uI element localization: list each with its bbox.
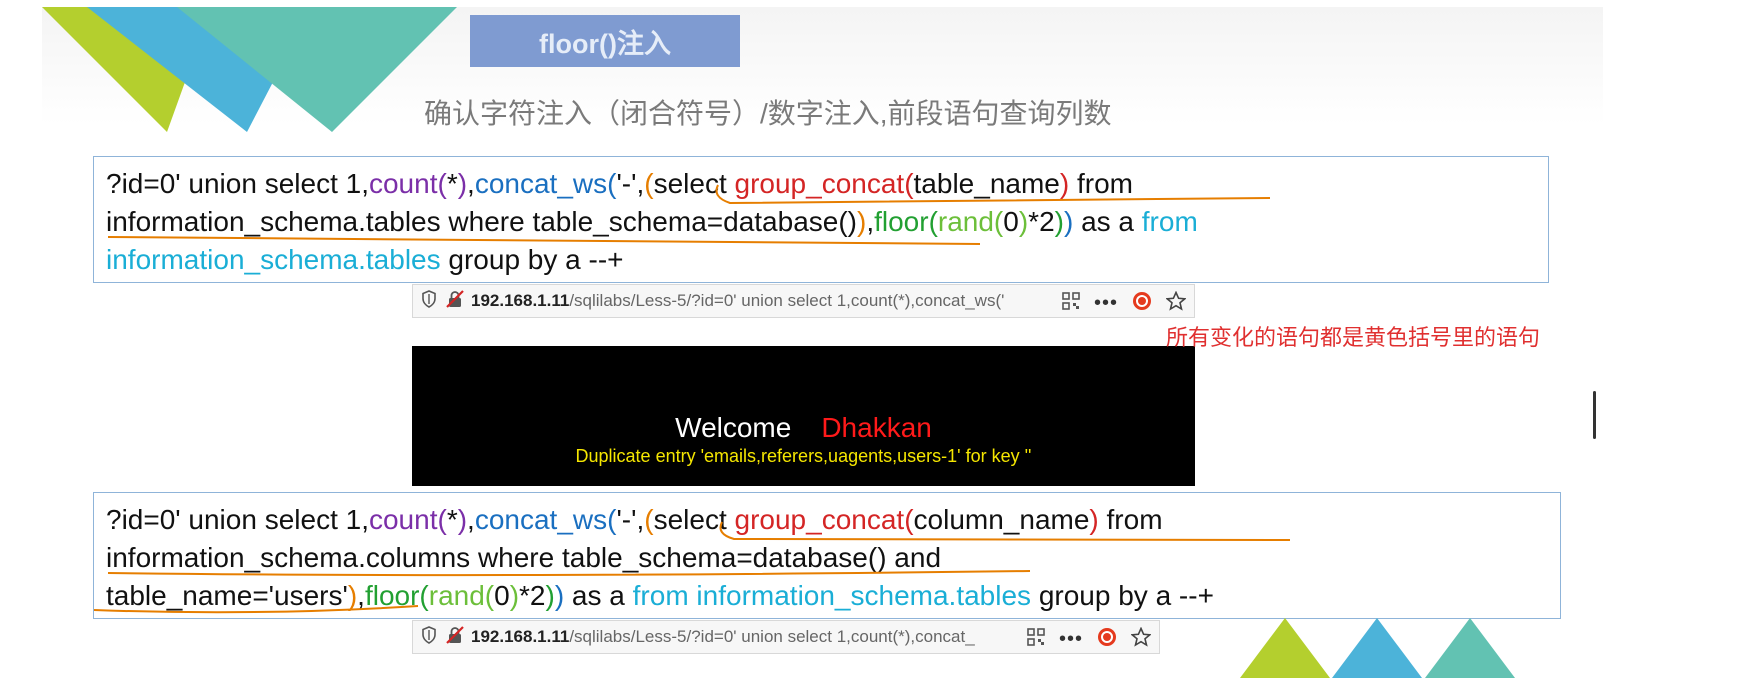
code-box-tables: ?id=0' union select 1,count(*),concat_ws… xyxy=(93,156,1549,283)
slide-subtitle: 确认字符注入（闭合符号）/数字注入,前段语句查询列数 xyxy=(424,98,1112,129)
insecure-lock-icon[interactable] xyxy=(445,625,465,650)
browser-address-bar-2: 192.168.1.11/sqlilabs/Less-5/?id=0' unio… xyxy=(412,620,1160,654)
ublock-icon[interactable] xyxy=(1097,627,1117,652)
error-message: Duplicate entry 'emails,referers,uagents… xyxy=(575,446,1032,466)
code-line: information_schema.tables where table_sc… xyxy=(106,206,1198,237)
slide-title: floor()注入 xyxy=(470,15,740,67)
star-icon[interactable] xyxy=(1130,626,1152,652)
code-line: ?id=0' union select 1,count(*),concat_ws… xyxy=(106,168,1133,199)
green-triangle xyxy=(1240,618,1330,678)
code-line: ?id=0' union select 1,count(*),concat_ws… xyxy=(106,504,1163,535)
url-text[interactable]: 192.168.1.11/sqlilabs/Less-5/?id=0' unio… xyxy=(471,627,975,647)
insecure-lock-icon[interactable] xyxy=(445,289,465,314)
code-box-columns: ?id=0' union select 1,count(*),concat_ws… xyxy=(93,492,1561,619)
ublock-icon[interactable] xyxy=(1132,291,1152,316)
query-result-panel: Welcome Dhakkan Duplicate entry 'emails,r… xyxy=(412,346,1195,486)
qr-code-icon[interactable] xyxy=(1062,292,1080,315)
teal-triangle xyxy=(1425,618,1515,678)
shield-icon[interactable] xyxy=(421,625,437,649)
toolbar-icons: ••• xyxy=(1062,290,1187,316)
shield-icon[interactable] xyxy=(421,289,437,313)
page-edge-marker xyxy=(1593,391,1596,439)
code-line: information_schema.columns where table_s… xyxy=(106,542,942,573)
blue-triangle xyxy=(1332,618,1422,678)
code-line: information_schema.tables group by a --+ xyxy=(106,244,624,275)
more-icon[interactable]: ••• xyxy=(1059,628,1083,651)
qr-code-icon[interactable] xyxy=(1027,628,1045,651)
url-text[interactable]: 192.168.1.11/sqlilabs/Less-5/?id=0' unio… xyxy=(471,291,1004,311)
annotation-note: 所有变化的语句都是黄色括号里的语句 xyxy=(1166,325,1541,350)
toolbar-icons: ••• xyxy=(1027,626,1152,652)
code-line: table_name='users'),floor(rand(0)*2)) as… xyxy=(106,580,1214,611)
browser-address-bar: 192.168.1.11/sqlilabs/Less-5/?id=0' unio… xyxy=(412,284,1195,318)
welcome-text: Welcome Dhakkan xyxy=(675,412,932,443)
more-icon[interactable]: ••• xyxy=(1094,292,1118,315)
star-icon[interactable] xyxy=(1165,290,1187,316)
bottom-decorative-triangles xyxy=(1240,618,1515,678)
